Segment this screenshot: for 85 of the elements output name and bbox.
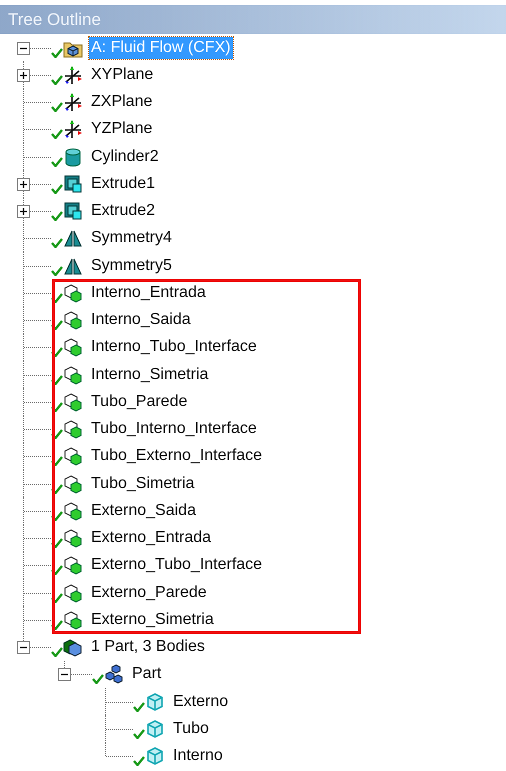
collapse-toggle[interactable] (58, 668, 71, 682)
check-icon (51, 538, 63, 548)
check-icon (51, 565, 63, 576)
symmetry-icon (63, 228, 83, 248)
tree-item[interactable]: Externo (171, 690, 230, 713)
check-icon (92, 674, 104, 684)
cube-icon (145, 692, 165, 712)
tree-item[interactable]: Externo_Parede (89, 582, 209, 604)
check-icon (51, 74, 63, 85)
check-icon (51, 647, 63, 658)
tree-item[interactable]: Interno (171, 745, 225, 768)
tree-item[interactable]: Externo_Saida (89, 500, 198, 522)
check-icon (133, 702, 145, 712)
axes-icon (63, 64, 83, 85)
tree-item[interactable]: 1 Part, 3 Bodies (89, 636, 207, 658)
tree-item[interactable]: Interno_Entrada (89, 282, 208, 304)
cube-icon (63, 446, 83, 466)
check-icon (51, 402, 63, 412)
check-icon (51, 347, 63, 358)
cube-icon (63, 364, 83, 385)
check-icon (51, 292, 63, 303)
cube-icon (63, 528, 83, 548)
tree-item[interactable]: Externo_Tubo_Interface (89, 554, 264, 576)
check-icon (51, 484, 63, 494)
tree-item[interactable]: Tubo_Interno_Interface (89, 418, 259, 440)
check-icon (51, 211, 63, 222)
check-icon (51, 102, 63, 112)
check-icon (51, 510, 63, 521)
tree-item[interactable]: Tubo_Externo_Interface (89, 445, 264, 468)
check-icon (51, 129, 63, 140)
expand-toggle[interactable] (17, 205, 30, 218)
check-icon (133, 756, 145, 766)
tree-item[interactable]: Tubo_Simetria (89, 472, 196, 495)
panel-title: Tree Outline (0, 5, 506, 34)
check-icon (51, 592, 63, 603)
cube-icon (63, 337, 83, 358)
check-icon (51, 429, 63, 440)
cube-icon (63, 474, 83, 494)
tree-item[interactable]: Extrude1 (89, 172, 158, 195)
tree-item[interactable]: Externo_Entrada (89, 527, 214, 550)
tree-item[interactable]: YZPlane (89, 118, 154, 140)
cube-icon (63, 500, 83, 521)
tree-item[interactable]: Symmetry5 (89, 254, 174, 277)
cube-icon (63, 582, 83, 603)
tree-item[interactable]: Interno_Simetria (89, 364, 210, 386)
expand-toggle[interactable] (17, 68, 30, 82)
cylinder-icon (63, 146, 83, 167)
tree-item[interactable]: Interno_Saida (89, 309, 193, 332)
cube-icon (63, 310, 83, 330)
tree-item[interactable]: Tubo (171, 718, 211, 740)
cube-icon (63, 282, 83, 303)
tree-item[interactable]: Tubo_Parede (89, 390, 190, 413)
collapse-toggle[interactable] (17, 42, 30, 55)
tree-item[interactable]: Symmetry4 (89, 227, 174, 250)
tree-item[interactable]: Part (130, 663, 164, 686)
check-icon (51, 320, 63, 330)
cube-icon (145, 746, 165, 766)
check-icon (51, 156, 63, 167)
tree-item[interactable]: ZXPlane (89, 91, 154, 114)
tree-item[interactable]: Externo_Simetria (89, 608, 216, 631)
extrude-icon (63, 201, 83, 222)
check-icon (51, 48, 63, 58)
tree-item[interactable]: Extrude2 (89, 200, 158, 222)
check-icon (51, 456, 63, 466)
cube-icon (63, 555, 83, 576)
cube-icon (145, 718, 165, 739)
check-icon (51, 374, 63, 385)
check-icon (51, 238, 63, 248)
extrude-icon (63, 174, 83, 194)
collapse-toggle[interactable] (17, 641, 30, 654)
check-icon (51, 620, 63, 630)
tree-item[interactable]: Cylinder2 (89, 146, 161, 168)
tree-item[interactable]: Interno_Tubo_Interface (89, 336, 259, 358)
cube-icon (63, 419, 83, 440)
cubes-icon (104, 664, 124, 684)
tree-item[interactable]: XYPlane (89, 64, 156, 86)
check-icon (133, 728, 145, 739)
cubes-icon (63, 637, 83, 658)
axes-icon (63, 119, 83, 140)
check-icon (51, 184, 63, 194)
check-icon (51, 266, 63, 276)
cube-icon (63, 610, 83, 630)
axes-icon (63, 92, 83, 112)
expand-toggle[interactable] (17, 178, 30, 191)
cube-icon (63, 392, 83, 412)
